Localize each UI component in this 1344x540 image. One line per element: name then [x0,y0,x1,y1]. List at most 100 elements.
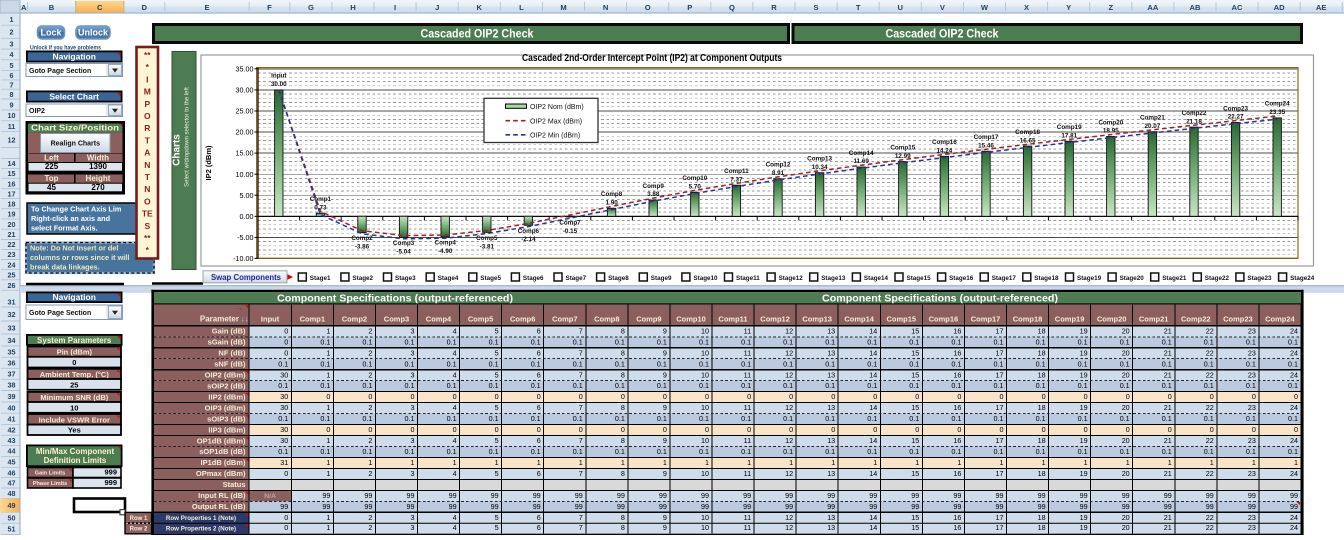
svg-text:18: 18 [1038,403,1046,412]
svg-text:22: 22 [1206,403,1214,412]
svg-text:0.1: 0.1 [615,359,625,368]
svg-text:99: 99 [322,491,330,500]
svg-text:99: 99 [575,491,583,500]
svg-text:0: 0 [1294,392,1298,401]
svg-text:10: 10 [701,403,709,412]
svg-text:1: 1 [1252,458,1256,467]
svg-text:2: 2 [368,469,372,478]
svg-text:7: 7 [579,513,583,522]
svg-text:0: 0 [537,425,541,434]
svg-text:Goto Page Section: Goto Page Section [29,68,91,75]
svg-text:99: 99 [1038,491,1046,500]
svg-text:0: 0 [495,425,499,434]
svg-text:99: 99 [364,502,372,511]
svg-text:0.1: 0.1 [489,359,499,368]
svg-text:45: 45 [8,458,16,467]
svg-text:11: 11 [744,326,751,335]
svg-text:H: H [350,3,355,12]
svg-text:1: 1 [411,458,415,467]
svg-text:1: 1 [326,513,330,522]
svg-text:22: 22 [1206,469,1214,478]
svg-text:8: 8 [621,436,625,445]
svg-text:0: 0 [747,425,751,434]
svg-text:sOIP2 (dB): sOIP2 (dB) [207,381,246,390]
svg-text:N: N [603,3,608,12]
svg-text:12: 12 [785,469,793,478]
svg-text:0.1: 0.1 [951,381,961,390]
svg-text:20.00: 20.00 [236,128,254,137]
svg-text:0.1: 0.1 [909,447,919,456]
svg-text:0.1: 0.1 [1120,447,1130,456]
svg-text:0.1: 0.1 [909,337,919,346]
svg-text:2: 2 [368,436,372,445]
svg-text:0.1: 0.1 [362,337,372,346]
svg-text:Stage24: Stage24 [1290,275,1315,282]
svg-text:99: 99 [533,502,541,511]
svg-text:OPmax (dBm): OPmax (dBm) [196,469,246,478]
svg-text:99: 99 [533,491,541,500]
svg-text:0: 0 [957,392,961,401]
svg-text:0.1: 0.1 [1120,381,1130,390]
svg-text:8: 8 [621,513,625,522]
svg-text:0.1: 0.1 [489,337,499,346]
svg-text:35.00: 35.00 [236,64,254,73]
svg-text:**: ** [144,233,151,243]
svg-text:0.1: 0.1 [320,337,330,346]
svg-text:7: 7 [579,370,583,379]
svg-text:-4.90: -4.90 [438,248,453,255]
svg-text:4: 4 [453,469,457,478]
svg-text:3: 3 [411,436,415,445]
svg-text:0.1: 0.1 [320,381,330,390]
svg-text:99: 99 [1206,502,1214,511]
svg-text:0.1: 0.1 [489,381,499,390]
svg-text:35: 35 [8,347,16,356]
svg-text:0.1: 0.1 [447,359,457,368]
svg-text:Yes: Yes [68,426,81,435]
svg-text:5: 5 [10,61,14,70]
svg-text:0.1: 0.1 [1078,359,1088,368]
svg-text:12: 12 [785,403,793,412]
svg-text:0: 0 [579,425,583,434]
svg-text:0.1: 0.1 [531,447,541,456]
svg-text:26: 26 [8,281,16,290]
svg-text:14: 14 [869,513,877,522]
svg-text:Comp9: Comp9 [636,315,661,324]
svg-text:Input RL (dB): Input RL (dB) [198,491,246,500]
svg-text:7: 7 [10,80,14,89]
svg-text:99: 99 [1248,491,1256,500]
svg-text:0: 0 [1168,425,1172,434]
svg-text:6: 6 [537,513,541,522]
svg-text:Row Properties 1 (Note): Row Properties 1 (Note) [166,515,236,522]
svg-text:22: 22 [1206,436,1214,445]
svg-text:3: 3 [411,523,415,532]
svg-text:1: 1 [1000,458,1004,467]
svg-text:14: 14 [8,159,16,168]
svg-text:16: 16 [953,523,961,532]
svg-text:Comp14: Comp14 [849,150,874,157]
svg-text:Comp12: Comp12 [766,162,791,169]
svg-text:Stage1: Stage1 [310,275,331,282]
svg-text:NF (dB): NF (dB) [218,349,246,358]
svg-text:99: 99 [1164,502,1172,511]
svg-text:Stage4: Stage4 [438,275,459,282]
svg-text:22: 22 [1206,348,1214,357]
svg-text:21: 21 [1164,403,1172,412]
svg-text:0.1: 0.1 [1288,359,1298,368]
svg-text:99: 99 [996,491,1004,500]
svg-text:0.1: 0.1 [447,337,457,346]
svg-text:49: 49 [8,501,16,510]
svg-text:→: → [236,305,243,312]
svg-text:-2.14: -2.14 [521,236,536,243]
svg-text:17: 17 [996,326,1004,335]
svg-text:8: 8 [621,370,625,379]
svg-text:0: 0 [1084,425,1088,434]
svg-text:Y: Y [1066,3,1071,12]
svg-text:Cascaded 2nd-Order Intercept P: Cascaded 2nd-Order Intercept Point (IP2)… [522,53,782,64]
svg-text:0.1: 0.1 [278,447,288,456]
svg-text:IP2 (dBm): IP2 (dBm) [204,145,213,181]
svg-text:1390: 1390 [89,162,107,171]
svg-text:21.18: 21.18 [1186,118,1202,125]
svg-text:0.1: 0.1 [867,447,877,456]
svg-text:0: 0 [873,425,877,434]
svg-text:21: 21 [1164,348,1172,357]
